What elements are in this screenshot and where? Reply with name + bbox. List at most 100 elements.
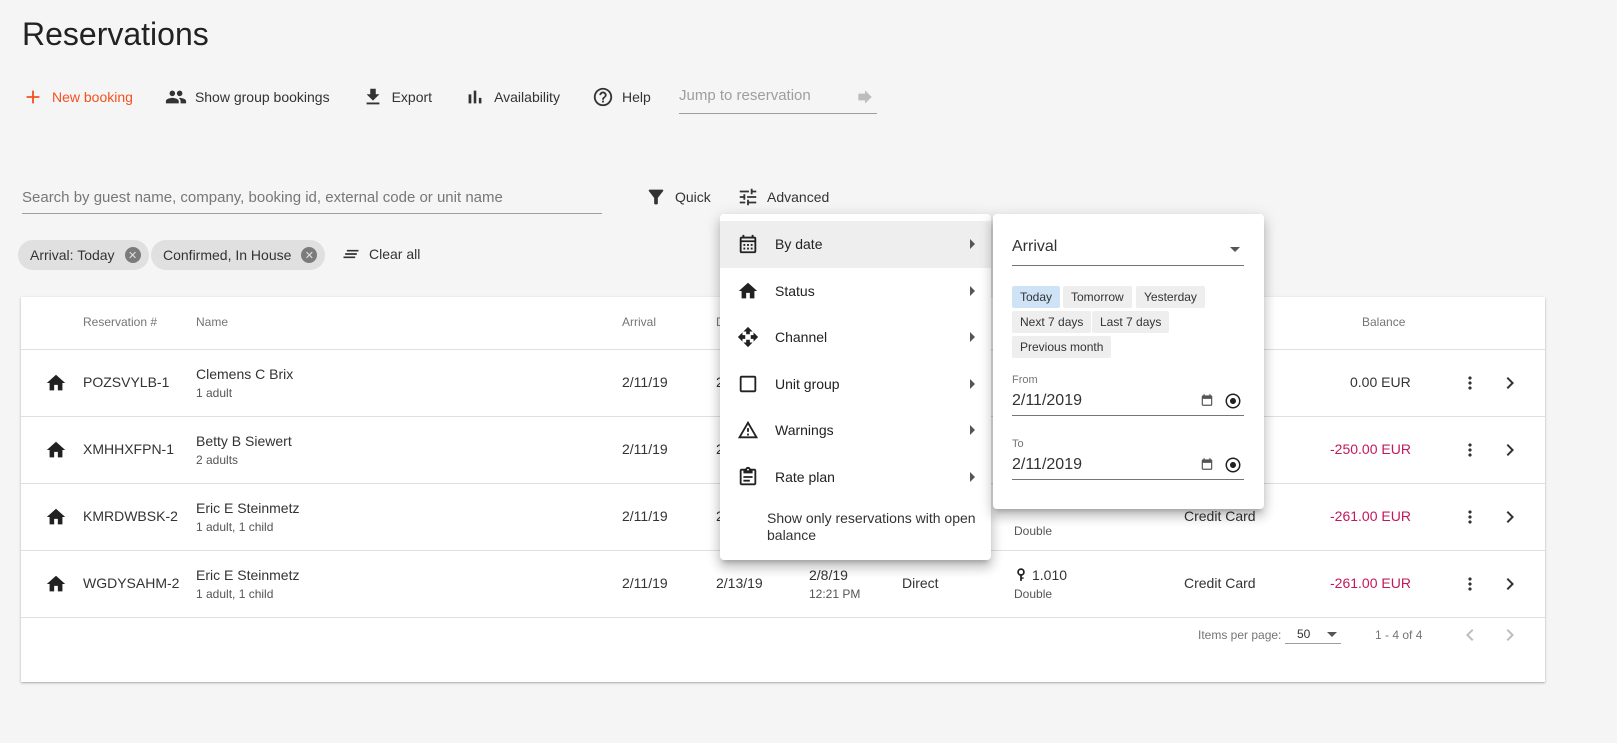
menu-item-label: Rate plan (775, 468, 835, 485)
from-label: From (1012, 374, 1038, 386)
guest-count: 1 adult (196, 386, 233, 400)
reservation-search-input[interactable] (22, 184, 602, 210)
unit-cell: 1.010 Double (1014, 567, 1067, 601)
reservation-id: POZSVYLB-1 (83, 374, 170, 390)
page-range: 1 - 4 of 4 (1375, 628, 1423, 642)
menu-item-warnings[interactable]: Warnings (720, 407, 991, 454)
calendar-icon[interactable] (1200, 393, 1214, 407)
warning-icon (737, 421, 759, 439)
advanced-filter-menu: By date Status Channel Unit group Warnin… (720, 214, 991, 560)
quick-date-next-7-days[interactable]: Next 7 days (1012, 311, 1092, 333)
more-vert-icon[interactable] (1460, 505, 1480, 529)
home-icon (46, 441, 66, 458)
guest-count: 1 adult, 1 child (196, 520, 274, 534)
items-per-page-select[interactable]: 50 (1285, 622, 1341, 644)
menu-item-label: Channel (775, 329, 828, 346)
guest-cell: Eric E Steinmetz 1 adult, 1 child (196, 567, 299, 601)
home-icon (46, 374, 66, 391)
guest-cell: Eric E Steinmetz 1 adult, 1 child (196, 500, 299, 534)
new-booking-button[interactable]: New booking (22, 86, 133, 108)
balance: -250.00 EUR (1330, 441, 1411, 457)
arrow-forward-icon[interactable] (855, 87, 875, 107)
items-per-page-label: Items per page: (1198, 628, 1282, 642)
channel: Direct (902, 575, 939, 591)
guest-name: Eric E Steinmetz (196, 500, 300, 516)
show-group-bookings-button[interactable]: Show group bookings (165, 86, 330, 108)
remove-chip-icon[interactable]: ✕ (301, 247, 318, 263)
help-button[interactable]: Help (592, 86, 651, 108)
header-balance[interactable]: Balance (1362, 315, 1405, 329)
export-label: Export (391, 89, 433, 105)
more-vert-icon[interactable] (1460, 572, 1480, 596)
date-type-value: Arrival (1012, 238, 1058, 255)
quick-date-previous-month[interactable]: Previous month (1012, 336, 1112, 358)
advanced-filter-label: Advanced (767, 189, 830, 205)
balance: -261.00 EUR (1330, 508, 1411, 524)
more-vert-icon[interactable] (1460, 371, 1480, 395)
departure-date: 2/13/19 (716, 575, 763, 591)
guest-count: 2 adults (196, 453, 239, 467)
date-filter-panel: Arrival Today Tomorrow Yesterday Next 7 … (993, 214, 1264, 509)
unit-group: Double (1014, 524, 1053, 538)
quick-date-tomorrow[interactable]: Tomorrow (1063, 286, 1132, 308)
menu-item-channel[interactable]: Channel (720, 314, 991, 361)
arrival-date: 2/11/19 (622, 374, 668, 390)
chevron-right-icon[interactable] (1498, 505, 1522, 529)
target-icon[interactable] (1224, 456, 1242, 474)
created-cell: 2/8/19 12:21 PM (809, 567, 860, 601)
menu-item-by-date[interactable]: By date (720, 221, 991, 268)
quick-date-today[interactable]: Today (1012, 286, 1061, 308)
home-icon (46, 575, 66, 592)
more-vert-icon[interactable] (1460, 438, 1480, 462)
chevron-left-icon[interactable] (1458, 623, 1482, 647)
funnel-icon (648, 189, 664, 205)
clear-all-button[interactable]: Clear all (341, 244, 420, 264)
availability-button[interactable]: Availability (464, 86, 560, 108)
from-date-field[interactable]: 2/11/2019 (1012, 390, 1244, 416)
chevron-right-icon[interactable] (1498, 572, 1522, 596)
filter-chip-arrival: Arrival: Today ✕ (18, 240, 149, 270)
payment-method: Credit Card (1184, 508, 1256, 524)
submenu-arrow-icon (970, 285, 975, 296)
dropdown-arrow-icon (1230, 247, 1240, 252)
chevron-right-icon[interactable] (1498, 371, 1522, 395)
reservation-id: KMRDWBSK-2 (83, 508, 178, 524)
chevron-right-icon[interactable] (1498, 438, 1522, 462)
target-icon[interactable] (1224, 392, 1242, 410)
calendar-icon[interactable] (1200, 457, 1214, 471)
remove-chip-icon[interactable]: ✕ (124, 247, 141, 263)
guest-name: Clemens C Brix (196, 366, 294, 382)
export-button[interactable]: Export (362, 86, 432, 108)
jump-to-reservation-input[interactable] (679, 80, 849, 110)
show-group-bookings-label: Show group bookings (194, 89, 330, 105)
clear-all-icon (343, 249, 359, 259)
to-date-field[interactable]: 2/11/2019 (1012, 454, 1244, 480)
balance: -261.00 EUR (1330, 575, 1411, 591)
date-type-select[interactable]: Arrival (1012, 238, 1244, 266)
chevron-right-icon[interactable] (1498, 623, 1522, 647)
menu-item-label: Unit group (775, 375, 840, 392)
open-balance-option[interactable]: Show only reservations with open balance (767, 510, 982, 544)
from-date-value: 2/11/2019 (1012, 392, 1082, 409)
quick-date-last-7-days[interactable]: Last 7 days (1092, 311, 1170, 333)
header-arrival[interactable]: Arrival (622, 315, 656, 329)
table-row[interactable]: WGDYSAHM-2 Eric E Steinmetz 1 adult, 1 c… (21, 551, 1545, 618)
quick-date-yesterday[interactable]: Yesterday (1136, 286, 1205, 308)
quick-filter-button[interactable]: Quick (645, 186, 711, 208)
menu-item-unit-group[interactable]: Unit group (720, 361, 991, 408)
reservation-id: WGDYSAHM-2 (83, 575, 180, 591)
help-label: Help (621, 89, 651, 105)
payment-method: Credit Card (1184, 575, 1256, 591)
menu-item-status[interactable]: Status (720, 268, 991, 315)
guest-name: Eric E Steinmetz (196, 567, 300, 583)
group-icon (165, 90, 187, 104)
dropdown-arrow-icon (1327, 632, 1337, 637)
jump-to-reservation-field (679, 80, 877, 114)
guest-count: 1 adult, 1 child (196, 587, 274, 601)
home-icon (738, 282, 758, 299)
guest-name: Betty B Siewert (196, 433, 292, 449)
advanced-filter-button[interactable]: Advanced (737, 186, 829, 208)
menu-item-rate-plan[interactable]: Rate plan (720, 454, 991, 501)
header-reservation[interactable]: Reservation # (83, 315, 157, 329)
header-name[interactable]: Name (196, 315, 228, 329)
